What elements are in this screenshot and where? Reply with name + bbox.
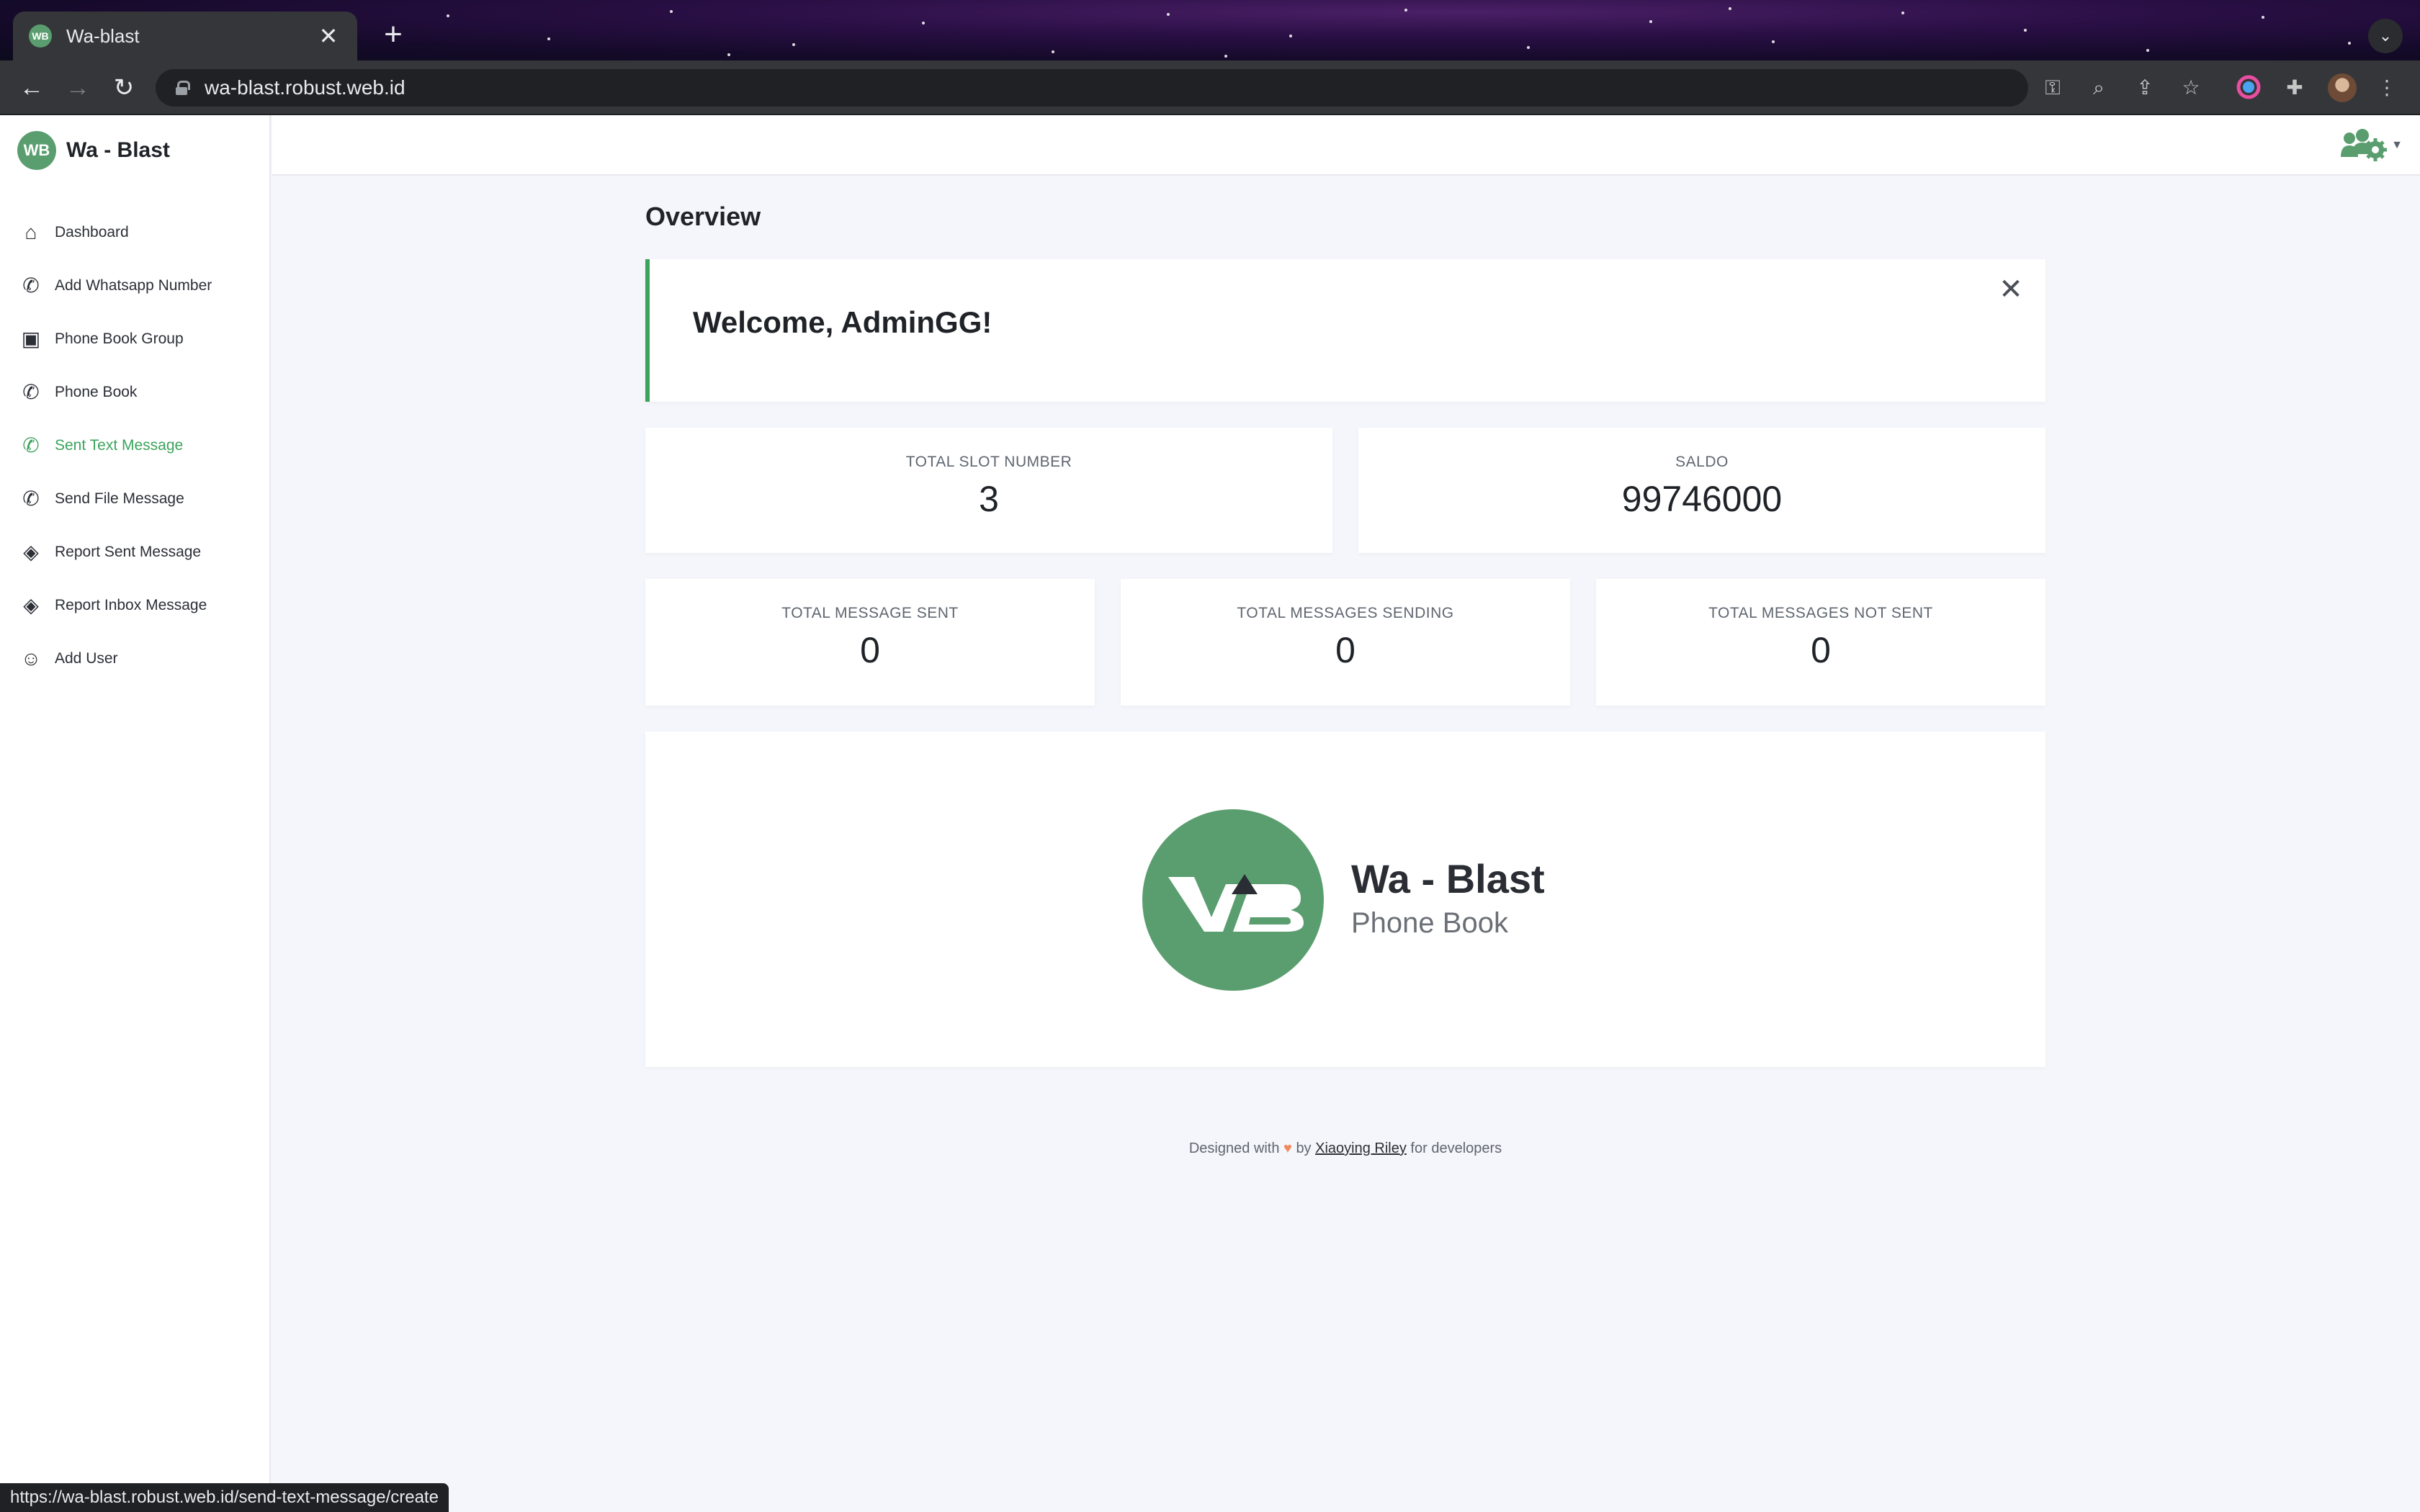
sidebar-item-label: Phone Book [55, 384, 138, 400]
footer-author-link[interactable]: Xiaoying Riley [1315, 1140, 1407, 1156]
whatsapp-icon: ✆ [22, 487, 40, 510]
footer-by: by [1296, 1140, 1312, 1156]
whatsapp-icon: ✆ [22, 434, 40, 456]
tab-close-icon[interactable]: ✕ [315, 22, 341, 50]
brand-name: Wa - Blast [66, 138, 170, 162]
stat-card-total-messages-sending: TOTAL MESSAGES SENDING 0 [1121, 579, 1570, 706]
sidebar-item-report-inbox-message[interactable]: ◈ Report Inbox Message [0, 579, 271, 632]
stat-value: 3 [979, 479, 999, 519]
sidebar: WB Wa - Blast ⌂ Dashboard ✆ Add Whatsapp… [0, 115, 271, 1512]
stat-card-saldo: SALDO 99746000 [1358, 428, 2045, 553]
welcome-message: Welcome, AdminGG! [693, 305, 992, 339]
sidebar-item-label: Add User [55, 650, 118, 667]
sidebar-item-send-file-message[interactable]: ✆ Send File Message [0, 472, 271, 526]
stat-value: 99746000 [1621, 479, 1783, 519]
users-gear-icon [2341, 129, 2388, 161]
sidebar-item-add-whatsapp-number[interactable]: ✆ Add Whatsapp Number [0, 259, 271, 312]
stat-value: 0 [1811, 630, 1831, 670]
sidebar-item-label: Add Whatsapp Number [55, 277, 212, 294]
tab-title: Wa-blast [66, 24, 140, 47]
stat-card-total-slot-number: TOTAL SLOT NUMBER 3 [645, 428, 1332, 553]
status-bar-url: https://wa-blast.robust.web.id/send-text… [0, 1483, 449, 1512]
browser-tab[interactable]: WB Wa-blast ✕ [13, 12, 357, 60]
sidebar-item-label: Report Sent Message [55, 544, 202, 560]
stat-value: 0 [1335, 630, 1355, 670]
sidebar-item-add-user[interactable]: ☺ Add User [0, 632, 271, 685]
page-footer: Designed with ♥ by Xiaoying Riley for de… [645, 1140, 2045, 1157]
profile-avatar[interactable] [2328, 73, 2357, 102]
extension-color-icon[interactable] [2236, 75, 2262, 101]
layers-icon: ◈ [23, 541, 39, 563]
address-bar[interactable]: wa-blast.robust.web.id [156, 69, 2028, 107]
browser-menu-icon[interactable]: ⋮ [2374, 75, 2400, 101]
address-url[interactable]: wa-blast.robust.web.id [205, 76, 405, 99]
key-icon[interactable]: ⚿ [2040, 75, 2066, 101]
stat-label: TOTAL SLOT NUMBER [905, 454, 1072, 470]
share-icon[interactable]: ⇪ [2132, 75, 2158, 101]
stat-value: 0 [860, 630, 880, 670]
sidebar-item-phone-book-group[interactable]: ▣ Phone Book Group [0, 312, 271, 366]
home-icon: ⌂ [24, 221, 37, 243]
sidebar-item-dashboard[interactable]: ⌂ Dashboard [0, 206, 271, 259]
footer-suffix: for developers [1410, 1140, 1502, 1156]
new-tab-button[interactable]: + [375, 17, 412, 55]
back-arrow-icon[interactable]: ← [16, 72, 48, 104]
contact-book-icon: ▣ [21, 328, 41, 350]
layers-icon: ◈ [23, 594, 39, 616]
stat-label: SALDO [1675, 454, 1729, 470]
user-settings-dropdown[interactable]: ▼ [2339, 125, 2403, 166]
sidebar-item-label: Report Inbox Message [55, 597, 207, 613]
tab-favicon-icon: WB [29, 24, 52, 48]
reload-icon[interactable]: ↻ [108, 72, 140, 104]
heart-icon: ♥ [1283, 1140, 1292, 1156]
browser-toolbar: ← → ↻ wa-blast.robust.web.id ⚿ ⌕ ⇪ ☆ ✚ ⋮ [0, 60, 2420, 115]
stat-card-total-message-sent: TOTAL MESSAGE SENT 0 [645, 579, 1095, 706]
stat-label: TOTAL MESSAGE SENT [781, 605, 959, 621]
sidebar-item-label: Sent Text Message [55, 437, 184, 454]
app-topbar: ▼ [272, 115, 2420, 176]
sidebar-brand[interactable]: WB Wa - Blast [17, 131, 170, 170]
page-title: Overview [645, 202, 761, 231]
whatsapp-icon: ✆ [22, 274, 40, 297]
brand-banner: Wa - Blast Phone Book [645, 732, 2045, 1067]
zoom-icon[interactable]: ⌕ [2086, 75, 2112, 101]
tab-search-chevron-icon[interactable]: ⌄ [2368, 19, 2403, 53]
user-icon: ☺ [20, 647, 42, 670]
stat-label: TOTAL MESSAGES NOT SENT [1708, 605, 1933, 621]
stat-card-total-messages-not-sent: TOTAL MESSAGES NOT SENT 0 [1596, 579, 2045, 706]
wa-blast-logo [1142, 809, 1324, 991]
stat-label: TOTAL MESSAGES SENDING [1237, 605, 1454, 621]
sidebar-menu: ⌂ Dashboard ✆ Add Whatsapp Number ▣ Phon… [0, 206, 271, 685]
forward-arrow-icon[interactable]: → [62, 72, 94, 104]
sidebar-item-label: Dashboard [55, 224, 129, 240]
lock-icon [176, 81, 190, 95]
extensions-puzzle-icon[interactable]: ✚ [2282, 75, 2308, 101]
sidebar-item-label: Phone Book Group [55, 330, 184, 347]
browser-tabstrip: WB Wa-blast ✕ + ⌄ [0, 0, 2420, 60]
close-icon[interactable]: ✕ [1996, 275, 2025, 304]
phone-icon: ✆ [22, 381, 40, 403]
brand-logo: WB [17, 131, 56, 170]
bookmark-star-icon[interactable]: ☆ [2178, 75, 2204, 101]
caret-down-icon: ▼ [2391, 139, 2403, 151]
sidebar-item-report-sent-message[interactable]: ◈ Report Sent Message [0, 526, 271, 579]
banner-title: Wa - Blast [1351, 856, 1545, 901]
sidebar-item-label: Send File Message [55, 490, 184, 507]
sidebar-item-phone-book[interactable]: ✆ Phone Book [0, 366, 271, 419]
sidebar-item-sent-text-message[interactable]: ✆ Sent Text Message [0, 419, 271, 472]
welcome-alert: Welcome, AdminGG! ✕ [645, 259, 2045, 402]
footer-prefix: Designed with [1188, 1140, 1280, 1156]
banner-subtitle: Phone Book [1351, 907, 1508, 939]
